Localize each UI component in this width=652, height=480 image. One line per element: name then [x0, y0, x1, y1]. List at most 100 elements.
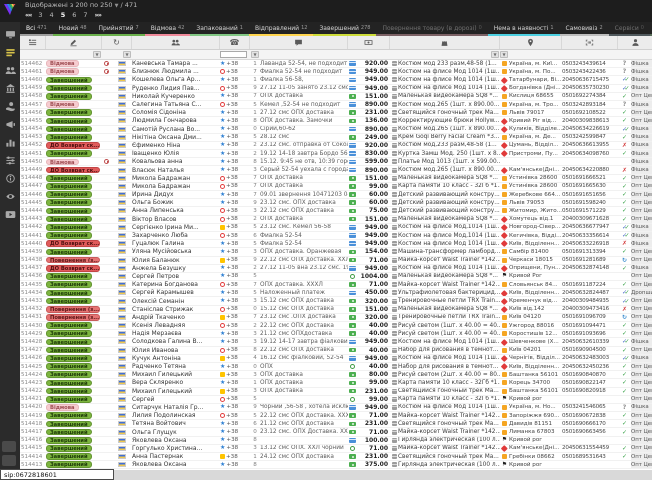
sidebar-item-clients[interactable]: [0, 61, 20, 79]
phone-cell[interactable]: ★+38: [220, 289, 250, 296]
showing-range[interactable]: Відображені з 200 по 250 ▼ / 471: [25, 1, 137, 9]
column-header-tracking[interactable]: [562, 36, 618, 49]
table-row[interactable]: 514429ЗавершенийНадія Мерзаєва★+38321.12…: [20, 330, 652, 338]
phone-cell[interactable]: ★+38: [220, 109, 250, 116]
phone-cell[interactable]: ★+38: [220, 437, 250, 444]
page-button-7[interactable]: 7: [83, 11, 87, 19]
table-row[interactable]: 514445ЗавершенийОльга Божик★+38923.12 см…: [20, 199, 652, 207]
phone-cell[interactable]: +38: [220, 85, 250, 92]
phone-cell[interactable]: ★+38: [220, 363, 250, 370]
phone-cell[interactable]: +38: [220, 355, 250, 362]
table-row[interactable]: 514446ЗавершенийИрина Дидух★+38709.01 зв…: [20, 191, 652, 199]
phone-cell[interactable]: ★+38: [220, 461, 250, 468]
phone-cell[interactable]: ★+38: [220, 150, 250, 157]
table-row[interactable]: 514416ЗавершенийЯковлева Оксана★+388100.…: [20, 437, 652, 445]
phone-cell[interactable]: +38: [220, 371, 250, 378]
table-row[interactable]: 514426ЗавершенийКучук Антоніна+38416.12 …: [20, 355, 652, 363]
table-row[interactable]: 514448ЗавершенийМикола Бадражан+387ОПХ д…: [20, 175, 652, 183]
table-row[interactable]: 514415ЗавершенийГоргулько Христина...★+3…: [20, 445, 652, 453]
phone-cell[interactable]: ★+38: [220, 60, 250, 67]
table-row[interactable]: 514454ЗавершенийСамотій Руслана Во...★+3…: [20, 126, 652, 134]
phone-cell[interactable]: ★+38: [220, 297, 250, 304]
product-filter-dropdown[interactable]: ▼: [491, 51, 499, 58]
phone-cell[interactable]: ★+38: [220, 199, 250, 206]
table-row[interactable]: 514436ЗавершенийСергей Петров★+3851004.0…: [20, 273, 652, 281]
sidebar-item-settings[interactable]: [0, 151, 20, 169]
tab-nema-v-naiavnosti[interactable]: Нема в наявності1: [488, 22, 560, 36]
table-row[interactable]: 514451ЗавершенийІващенко Юлія★+38219.12 …: [20, 150, 652, 158]
phone-cell[interactable]: ★+38: [220, 248, 250, 255]
tab-vidmova[interactable]: Відмова42: [145, 22, 191, 36]
table-row[interactable]: 514441ЗавершенийЗахарченко Люба+386Фиалк…: [20, 232, 652, 240]
phone-cell[interactable]: ★+38: [220, 445, 250, 452]
table-row[interactable]: 514443ЗавершенийВіктор Власов+382ОПХ дос…: [20, 216, 652, 224]
phone-cell[interactable]: +38: [220, 347, 250, 354]
sidebar-item-watch[interactable]: [0, 187, 20, 205]
table-row[interactable]: 514431Повернення (з...Андрій Ткаченко+38…: [20, 314, 652, 322]
phone-cell[interactable]: ★+38: [220, 404, 250, 411]
phone-cell[interactable]: +38: [220, 68, 250, 75]
table-row[interactable]: 514432Повернення (з...Станіслав Стрижак+…: [20, 306, 652, 314]
table-row[interactable]: 514439ЗавершенийУляна Мусійовська★+383ОП…: [20, 248, 652, 256]
tab-vidpravlenyi[interactable]: Відправлений12: [249, 22, 314, 36]
tab-vsi[interactable]: Всі471: [20, 22, 53, 36]
first-page-button[interactable]: ««: [25, 11, 31, 19]
phone-cell[interactable]: ★+38: [220, 379, 250, 386]
delivery-filter-dropdown[interactable]: ▼: [500, 51, 508, 58]
column-header-address[interactable]: [500, 36, 562, 49]
table-row[interactable]: 514424ЗавершенийМихаил Гилецький+383ОПХ …: [20, 371, 652, 379]
sidebar-bottom-button[interactable]: [2, 455, 16, 466]
table-row[interactable]: 514413ЗавершенийЯковлева Оксана★+388375.…: [20, 461, 652, 469]
sidebar-item-finance[interactable]: [0, 79, 20, 97]
tab-zavershenyi[interactable]: Завершений278: [313, 22, 376, 36]
sidebar-item-dashboard[interactable]: [0, 25, 20, 43]
column-header-manager[interactable]: [618, 36, 652, 49]
phone-cell[interactable]: ★+38: [220, 240, 250, 247]
column-header-id[interactable]: [20, 36, 46, 49]
table-row[interactable]: 514435ЗавершенийКатерина Богданова+387ОП…: [20, 281, 652, 289]
phone-cell[interactable]: +38: [220, 175, 250, 182]
table-row[interactable]: 514421ЗавершенийСергей+38599.00Карта пам…: [20, 396, 652, 404]
table-row[interactable]: 514434ЗавершенийСергей Карамышев★+385Нал…: [20, 289, 652, 297]
phone-cell[interactable]: +38: [220, 216, 250, 223]
phone-cell[interactable]: +38: [220, 306, 250, 313]
sip-address[interactable]: sip:0672818601: [0, 469, 114, 480]
phone-cell[interactable]: ★+38: [220, 273, 250, 280]
tab-zapakovanyi[interactable]: Запакований1: [190, 22, 249, 36]
phone-cell[interactable]: ★+38: [220, 338, 250, 345]
phone-cell[interactable]: ★+38: [220, 428, 250, 435]
table-row[interactable]: 514433ЗавершенийОлексій Семанін★+38315.1…: [20, 297, 652, 305]
column-header-phone[interactable]: ☎: [220, 36, 250, 49]
phone-cell[interactable]: ★+38: [220, 158, 250, 165]
phone-cell[interactable]: +38: [220, 388, 250, 395]
phone-search-input[interactable]: [220, 51, 247, 58]
sidebar-item-orders[interactable]: [0, 43, 20, 61]
last-page-button[interactable]: »»: [95, 11, 101, 19]
phone-cell[interactable]: +38: [220, 183, 250, 190]
sidebar-item-video[interactable]: [0, 205, 20, 223]
phone-cell[interactable]: ★+38: [220, 265, 250, 272]
phone-cell[interactable]: +38: [220, 314, 250, 321]
table-row[interactable]: 514459ЗавершенийРуденко Лидия Пав...+389…: [20, 85, 652, 93]
table-row[interactable]: 514425ЗавершенийРадченко Тетяна★+380ОПХ4…: [20, 363, 652, 371]
tab-samovyviz[interactable]: Самовивіз2: [560, 22, 609, 36]
table-row[interactable]: 514456ЗавершенийСоломія Сідоніна★+38127.…: [20, 109, 652, 117]
column-header-client[interactable]: [132, 36, 220, 49]
tab-novyi[interactable]: Новий48: [53, 22, 93, 36]
table-row[interactable]: 514414ЗавершенийАнна Пастернак+38124.12 …: [20, 453, 652, 461]
sidebar-item-campaigns[interactable]: [0, 115, 20, 133]
table-row[interactable]: 514453ЗавершенийНікітіна Оксана Дми...★+…: [20, 134, 652, 142]
phone-cell[interactable]: ★+38: [220, 142, 250, 149]
phone-cell[interactable]: +38: [220, 101, 250, 108]
phone-cell[interactable]: ★+38: [220, 420, 250, 427]
phone-cell[interactable]: ★+38: [220, 76, 250, 83]
column-header-product[interactable]: [390, 36, 500, 49]
table-row[interactable]: 514449ДО Возврат ск...Власюк Наталья★+38…: [20, 166, 652, 174]
sidebar-item-statistics[interactable]: [0, 133, 20, 151]
phone-cell[interactable]: +38: [220, 207, 250, 214]
phone-cell[interactable]: +38: [220, 396, 250, 403]
phone-cell[interactable]: ★+38: [220, 134, 250, 141]
table-row[interactable]: 514430ЗавершенийКсенія Левадняя+38222.12…: [20, 322, 652, 330]
sidebar-item-info[interactable]: [0, 169, 20, 187]
page-button-3[interactable]: 3: [38, 11, 42, 19]
